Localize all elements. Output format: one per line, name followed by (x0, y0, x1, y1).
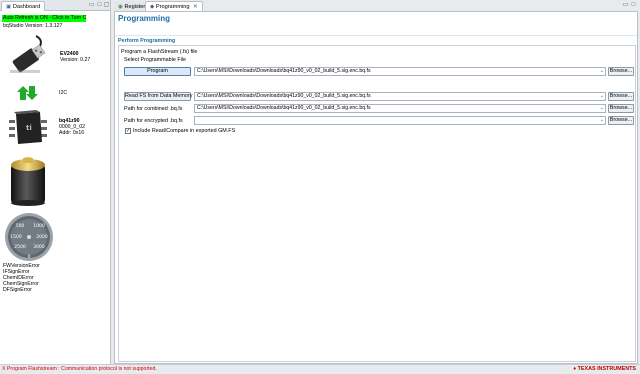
gauge-tick: 3000 (33, 244, 45, 250)
chip-address: Addr: 0x16 (59, 130, 85, 136)
include-compare-checkbox[interactable]: ✓ (125, 128, 131, 134)
program-fieldset: Program a FlashStream (.fs) file Select … (118, 45, 636, 362)
programming-icon: ◆ (150, 4, 155, 10)
restore-icon[interactable]: ▢ (103, 1, 110, 9)
page-title: Programming (118, 14, 171, 23)
combined-path-value: C:\Users\MSI\Downloads\Downloads\bq41z90… (197, 105, 371, 111)
program-button[interactable]: Program (124, 67, 191, 76)
close-icon[interactable]: ✕ (193, 4, 198, 10)
section-heading: Perform Programming (118, 38, 176, 44)
tab-programming[interactable]: ◆ Programming ✕ (145, 1, 203, 11)
gauge-dial: 500 1000 1500 2000 2500 3000 0 (5, 213, 53, 261)
usb-adapter-icon (10, 35, 46, 73)
status-message: X Program Flashstream : Communication pr… (2, 366, 157, 372)
encrypted-path-label: Path for encrypted .bq.fs (124, 118, 183, 124)
status-bar: X Program Flashstream : Communication pr… (0, 364, 640, 374)
gauge-tick: 1000 (33, 223, 45, 229)
program-file-path: C:\Users\MSI\Downloads\Downloads\bq41z90… (197, 68, 371, 74)
editor-tabbar: ◉ Registers ◆ Programming ✕ ▭ □ (112, 0, 640, 11)
chevron-down-icon[interactable]: ⌄ (600, 68, 604, 75)
minimize-icon[interactable]: ▭ (622, 1, 629, 9)
gauge-tick: 0 (28, 254, 31, 260)
minimize-icon[interactable]: ▭ (88, 1, 95, 9)
dashboard-tabbar: ▣ Dashboard ▭ □ ▢ (0, 0, 110, 11)
browse-button[interactable]: Browse... (608, 67, 634, 76)
maximize-icon[interactable]: □ (630, 1, 637, 9)
editor-area: ◉ Registers ◆ Programming ✕ ▭ □ Programm… (112, 0, 640, 364)
maximize-icon[interactable]: □ (96, 1, 103, 9)
chevron-down-icon[interactable]: ⌄ (600, 105, 604, 112)
title-divider (115, 35, 637, 36)
bqstudio-version: bqStudio Version: 1.3.127 (3, 23, 63, 29)
gauge-tick: 500 (16, 223, 25, 229)
browse-button[interactable]: Browse... (608, 104, 634, 113)
dashboard-tab-icon: ▣ (6, 4, 12, 10)
tab-dashboard[interactable]: ▣ Dashboard (1, 1, 46, 11)
gauge-tick: 2500 (14, 244, 26, 250)
select-file-label: Select Programmable File (124, 57, 187, 63)
chip-icon: ti (9, 110, 47, 144)
encrypted-path-combo[interactable]: ⌄ (194, 116, 606, 125)
registers-icon: ◉ (118, 4, 123, 10)
battery-icon (11, 157, 45, 206)
chevron-down-icon[interactable]: ⌄ (600, 93, 604, 100)
device-version: Version: 0.27 (60, 57, 91, 63)
programming-editor: Programming Perform Programming Program … (114, 11, 638, 364)
chevron-down-icon[interactable]: ⌄ (600, 117, 604, 124)
dashboard-panel: ▣ Dashboard ▭ □ ▢ Auto Refresh is ON - C… (0, 0, 111, 364)
ti-logo: ♦ TEXAS INSTRUMENTS (573, 366, 636, 372)
combined-path-label: Path for combined .bq.fs (124, 106, 183, 112)
bus-arrows-icon (17, 86, 38, 100)
gauge-tick: 2000 (36, 234, 48, 240)
browse-button[interactable]: Browse... (608, 116, 634, 125)
program-file-combo[interactable]: C:\Users\MSI\Downloads\Downloads\bq41z90… (194, 67, 606, 76)
ti-logo-icon: ♦ (573, 366, 577, 372)
fieldset-label: Program a FlashStream (.fs) file (121, 49, 198, 55)
read-fs-button[interactable]: Read FS from Data Memory (124, 92, 192, 101)
combined-path-combo[interactable]: C:\Users\MSI\Downloads\Downloads\bq41z90… (194, 104, 606, 113)
read-file-path: C:\Users\MSI\Downloads\Downloads\bq41z90… (197, 93, 371, 99)
error-item: DFSignError (3, 287, 32, 293)
gauge-tick: 1500 (10, 234, 22, 240)
bus-type: I2C (59, 90, 68, 96)
browse-button[interactable]: Browse... (608, 92, 634, 101)
include-compare-label: Include Read/Compare in exported GM.FS (133, 128, 236, 134)
read-file-combo[interactable]: C:\Users\MSI\Downloads\Downloads\bq41z90… (194, 92, 606, 101)
svg-text:ti: ti (26, 124, 32, 132)
auto-refresh-toggle[interactable]: Auto Refresh is ON - Click to Turn OFF (2, 15, 86, 22)
